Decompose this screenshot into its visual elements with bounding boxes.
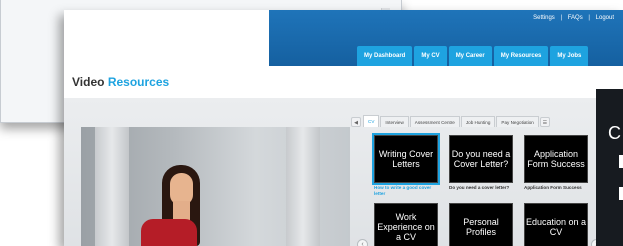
tab-scroll-icon[interactable]: ☰ [539, 117, 550, 127]
link-separator: | [588, 15, 590, 21]
main-nav: My Dashboard My CV My Career My Resource… [357, 46, 589, 66]
page-title-accent: Resources [107, 75, 170, 89]
chevron-left-icon[interactable]: ‹ [357, 239, 368, 246]
overlay-letter: C [608, 123, 621, 143]
background-pillar [286, 127, 320, 246]
main-window: Settings | FAQs | Logout My Dashboard My… [64, 10, 623, 246]
tab-cv[interactable]: CV [363, 115, 380, 127]
tab-interview[interactable]: Interview [380, 116, 409, 127]
overlay-mark [619, 155, 623, 168]
tile-education-on-cv[interactable]: Education on a CV [524, 203, 588, 246]
tile-do-you-need-cover-letter[interactable]: Do you need a Cover Letter? [449, 135, 513, 183]
screen: Settings | FAQs | Logout My Dashboard My… [0, 0, 623, 246]
page-title: Video Resources [72, 75, 169, 89]
link-separator: | [560, 15, 563, 21]
nav-tab-jobs[interactable]: My Jobs [550, 46, 589, 66]
top-links: Settings | FAQs | Logout [531, 15, 616, 21]
tile-writing-cover-letters[interactable]: Writing Cover Letters [372, 133, 440, 185]
resource-tabs: ◀ CV Interview Assessment Centre Job Hun… [351, 115, 594, 127]
nav-tab-career[interactable]: My Career [448, 46, 492, 66]
tab-job-hunting[interactable]: Job Hunting [460, 116, 496, 127]
tile-caption[interactable]: How to write a good cover letter [374, 185, 440, 197]
page-title-prefix: Video [72, 75, 105, 89]
tab-assessment-centre[interactable]: Assessment Centre [409, 116, 460, 127]
overlay-mark [619, 187, 623, 200]
presenter-shirt [141, 219, 197, 246]
tile-caption[interactable]: Application Form Success [524, 185, 590, 191]
site-header: Settings | FAQs | Logout My Dashboard My… [64, 10, 623, 66]
nav-tab-cv[interactable]: My CV [414, 46, 447, 66]
tile-application-form-success[interactable]: Application Form Success [524, 135, 588, 183]
nav-tab-resources[interactable]: My Resources [493, 46, 549, 66]
overlay-panel: C [596, 89, 623, 246]
tab-pay-negotiation[interactable]: Pay Negotiation [496, 116, 539, 127]
nav-tab-dashboard[interactable]: My Dashboard [357, 46, 413, 66]
logout-link[interactable]: Logout [596, 15, 614, 21]
video-player[interactable] [81, 127, 350, 246]
settings-link[interactable]: Settings [533, 15, 555, 21]
tile-personal-profiles[interactable]: Personal Profiles [449, 203, 513, 246]
tile-caption[interactable]: Do you need a cover letter? [449, 185, 515, 191]
background-pillar [95, 127, 129, 246]
tab-scroll-left-icon[interactable]: ◀ [351, 117, 361, 127]
tile-work-experience[interactable]: Work Experience on a CV [374, 203, 438, 246]
faqs-link[interactable]: FAQs [568, 15, 583, 21]
